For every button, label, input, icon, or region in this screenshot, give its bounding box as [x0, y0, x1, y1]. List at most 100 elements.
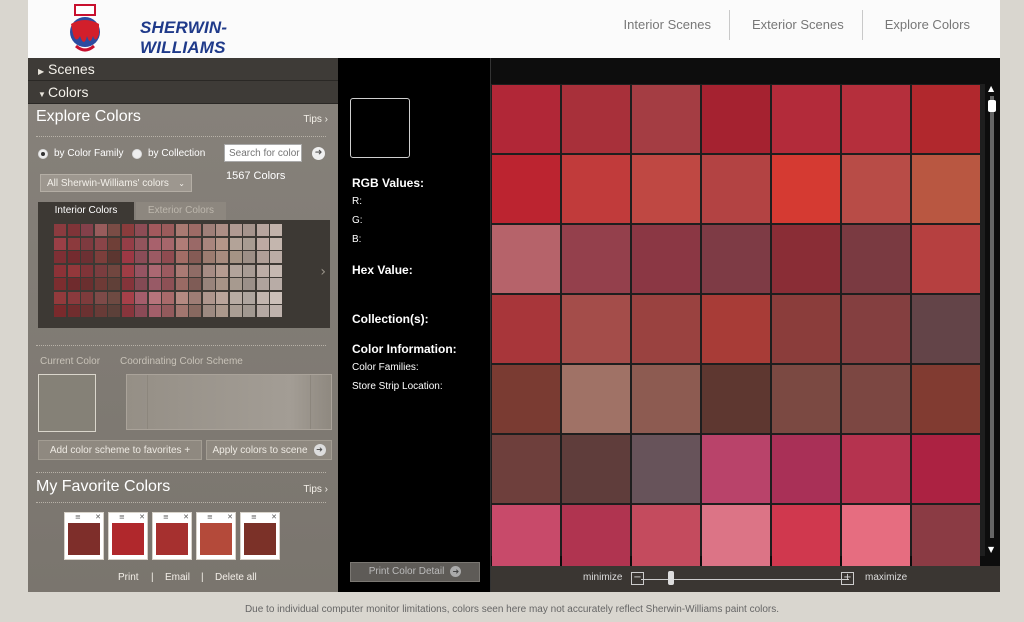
color-chip[interactable] [632, 155, 700, 223]
palette-chip[interactable] [121, 237, 134, 250]
palette-chip[interactable] [108, 237, 120, 250]
palette-chip[interactable] [162, 305, 174, 317]
palette-chip[interactable] [54, 305, 66, 317]
palette-chip[interactable] [54, 278, 66, 290]
color-chip[interactable] [632, 365, 700, 433]
palette-chip[interactable] [270, 224, 282, 236]
grid-scrollbar[interactable]: ▲ ▼ [987, 84, 997, 554]
color-chip[interactable] [492, 435, 560, 503]
close-icon[interactable]: ✕ [227, 513, 233, 521]
explore-tips-link[interactable]: Tips › [303, 114, 328, 125]
palette-chip[interactable] [148, 278, 161, 290]
favorite-color-card[interactable]: ≡ ✕ [108, 512, 148, 560]
palette-chip[interactable] [243, 264, 255, 277]
palette-chip[interactable] [162, 224, 174, 236]
color-chip[interactable] [912, 295, 980, 363]
palette-chip[interactable] [108, 264, 120, 277]
chevron-right-icon[interactable]: › [320, 264, 326, 280]
palette-chip[interactable] [108, 278, 120, 290]
current-color-swatch[interactable] [38, 374, 96, 432]
color-chip[interactable] [772, 435, 840, 503]
color-chip[interactable] [492, 365, 560, 433]
color-chip[interactable] [632, 225, 700, 293]
palette-chip[interactable] [229, 237, 242, 250]
favorite-swatch[interactable] [200, 523, 232, 555]
palette-chip[interactable] [256, 291, 269, 304]
color-chip[interactable] [772, 505, 840, 573]
color-chip[interactable] [562, 85, 630, 153]
palette-chip[interactable] [189, 291, 201, 304]
nav-interior-scenes[interactable]: Interior Scenes [602, 10, 729, 40]
color-chip[interactable] [912, 435, 980, 503]
color-chip[interactable] [842, 505, 910, 573]
palette-chip[interactable] [202, 224, 215, 236]
radio-by-collection[interactable]: by Collection [132, 148, 205, 159]
palette-chip[interactable] [202, 237, 215, 250]
color-chip[interactable] [492, 225, 560, 293]
palette-chip[interactable] [94, 278, 107, 290]
palette-chip[interactable] [162, 278, 174, 290]
palette-chip[interactable] [135, 264, 147, 277]
scroll-thumb[interactable] [988, 100, 996, 112]
palette-chip[interactable] [189, 278, 201, 290]
palette-chip[interactable] [54, 264, 66, 277]
nav-explore-colors[interactable]: Explore Colors [861, 10, 1000, 40]
palette-chip[interactable] [148, 305, 161, 317]
palette-chip[interactable] [81, 237, 93, 250]
palette-chip[interactable] [135, 251, 147, 263]
palette-chip[interactable] [108, 305, 120, 317]
palette-chip[interactable] [81, 224, 93, 236]
palette-chip[interactable] [229, 291, 242, 304]
palette-chip[interactable] [216, 224, 228, 236]
palette-chip[interactable] [67, 251, 80, 263]
color-chip[interactable] [702, 85, 770, 153]
menu-icon[interactable]: ≡ [207, 513, 213, 521]
palette-chip[interactable] [94, 251, 107, 263]
palette-chip[interactable] [229, 224, 242, 236]
palette-chip[interactable] [148, 251, 161, 263]
color-chip[interactable] [562, 505, 630, 573]
color-chip[interactable] [842, 155, 910, 223]
palette-chip[interactable] [216, 264, 228, 277]
color-chip[interactable] [842, 225, 910, 293]
close-icon[interactable]: ✕ [271, 513, 277, 521]
palette-chip[interactable] [256, 278, 269, 290]
color-chip[interactable] [492, 85, 560, 153]
palette-chip[interactable] [175, 224, 188, 236]
favorite-color-card[interactable]: ≡ ✕ [196, 512, 236, 560]
color-chip[interactable] [702, 225, 770, 293]
palette-chip[interactable] [54, 251, 66, 263]
favorite-color-card[interactable]: ≡ ✕ [152, 512, 192, 560]
color-chip[interactable] [632, 435, 700, 503]
palette-chip[interactable] [270, 291, 282, 304]
email-link[interactable]: Email [165, 572, 190, 583]
color-chip[interactable] [562, 225, 630, 293]
palette-chip[interactable] [108, 291, 120, 304]
palette-chip[interactable] [121, 305, 134, 317]
palette-chip[interactable] [94, 237, 107, 250]
palette-chip[interactable] [189, 305, 201, 317]
color-chip[interactable] [492, 155, 560, 223]
palette-chip[interactable] [270, 278, 282, 290]
color-chip[interactable] [562, 155, 630, 223]
tab-interior-colors[interactable]: Interior Colors [38, 202, 134, 220]
palette-chip[interactable] [135, 278, 147, 290]
color-chip[interactable] [772, 155, 840, 223]
color-chip[interactable] [562, 435, 630, 503]
menu-icon[interactable]: ≡ [163, 513, 169, 521]
coordinating-color-scheme[interactable] [126, 374, 332, 430]
palette-chip[interactable] [162, 251, 174, 263]
palette-chip[interactable] [148, 237, 161, 250]
palette-chip[interactable] [270, 251, 282, 263]
palette-chip[interactable] [189, 224, 201, 236]
palette-chip[interactable] [81, 251, 93, 263]
color-chip[interactable] [912, 225, 980, 293]
palette-chip[interactable] [175, 237, 188, 250]
color-chip[interactable] [842, 295, 910, 363]
color-search-input[interactable] [224, 144, 302, 162]
color-chip[interactable] [562, 295, 630, 363]
palette-chip[interactable] [270, 305, 282, 317]
color-chip[interactable] [772, 85, 840, 153]
palette-chip[interactable] [162, 237, 174, 250]
palette-chip[interactable] [202, 251, 215, 263]
